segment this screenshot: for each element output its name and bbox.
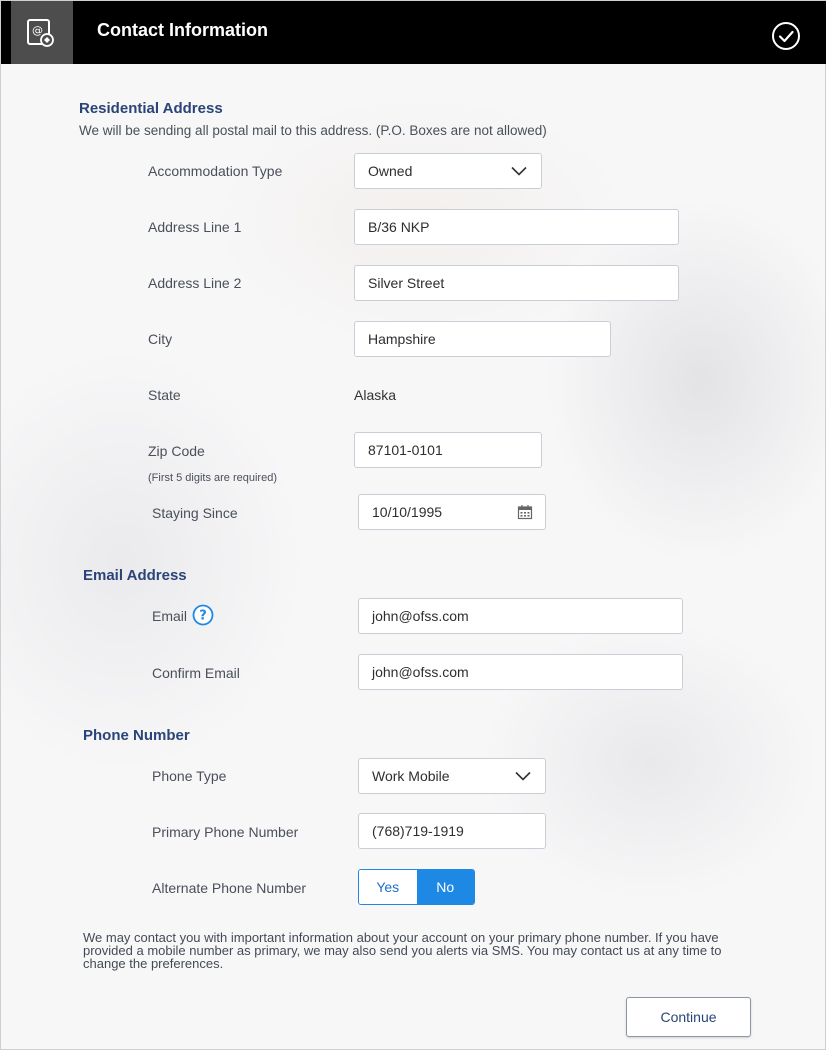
contact-notice: We may contact you with important inform… bbox=[83, 930, 722, 971]
residential-address-title: Residential Address bbox=[79, 100, 223, 117]
calendar-icon[interactable] bbox=[517, 504, 533, 520]
staying-since-value: 10/10/1995 bbox=[372, 504, 443, 520]
page-header: @ Contact Information bbox=[1, 1, 826, 64]
primary-phone-value: (768)719-1919 bbox=[372, 823, 464, 839]
address-line-1-label: Address Line 1 bbox=[148, 219, 242, 235]
svg-text:?: ? bbox=[199, 609, 207, 624]
confirm-email-label: Confirm Email bbox=[152, 665, 240, 681]
chevron-down-icon bbox=[515, 771, 531, 781]
continue-button[interactable]: Continue bbox=[626, 997, 751, 1037]
help-icon[interactable]: ? bbox=[192, 604, 214, 626]
address-line-1-value: B/36 NKP bbox=[368, 219, 430, 235]
svg-text:@: @ bbox=[32, 24, 43, 37]
alternate-phone-label: Alternate Phone Number bbox=[152, 880, 307, 896]
primary-phone-label: Primary Phone Number bbox=[152, 824, 299, 840]
staying-since-date-input[interactable]: 10/10/1995 bbox=[358, 494, 546, 530]
email-label: Email bbox=[152, 608, 188, 624]
address-line-2-value: Silver Street bbox=[368, 275, 445, 291]
contact-card-icon: @ bbox=[11, 1, 73, 64]
zip-code-label: Zip Code bbox=[148, 443, 205, 459]
confirm-email-value: john@ofss.com bbox=[372, 664, 469, 680]
staying-since-label: Staying Since bbox=[152, 505, 238, 521]
check-circle-icon bbox=[772, 22, 800, 50]
page: @ Contact Information Residential Addres… bbox=[0, 0, 826, 1050]
phone-type-select[interactable]: Work Mobile bbox=[358, 758, 546, 794]
accommodation-type-label: Accommodation Type bbox=[148, 163, 283, 179]
city-label: City bbox=[148, 331, 173, 347]
residential-address-description: We will be sending all postal mail to th… bbox=[79, 123, 547, 138]
email-address-title: Email Address bbox=[83, 567, 187, 584]
city-value: Hampshire bbox=[368, 331, 436, 347]
primary-phone-input[interactable]: (768)719-1919 bbox=[358, 813, 546, 849]
phone-type-label: Phone Type bbox=[152, 768, 227, 784]
city-input[interactable]: Hampshire bbox=[354, 321, 611, 357]
accommodation-type-value: Owned bbox=[368, 163, 413, 179]
email-input[interactable]: john@ofss.com bbox=[358, 598, 683, 634]
alternate-phone-toggle: Yes No bbox=[358, 869, 475, 905]
zip-code-value: 87101-0101 bbox=[368, 442, 443, 458]
address-line-1-input[interactable]: B/36 NKP bbox=[354, 209, 679, 245]
chevron-down-icon bbox=[511, 166, 527, 176]
phone-number-title: Phone Number bbox=[83, 727, 190, 744]
address-line-2-input[interactable]: Silver Street bbox=[354, 265, 679, 301]
state-value: Alaska bbox=[354, 387, 397, 403]
alternate-phone-yes-button[interactable]: Yes bbox=[359, 870, 417, 904]
email-value: john@ofss.com bbox=[372, 608, 469, 624]
zip-code-input[interactable]: 87101-0101 bbox=[354, 432, 542, 468]
page-title: Contact Information bbox=[97, 20, 268, 40]
accommodation-type-select[interactable]: Owned bbox=[354, 153, 542, 189]
state-label: State bbox=[148, 387, 181, 403]
zip-code-hint: (First 5 digits are required) bbox=[148, 472, 277, 484]
alternate-phone-no-button[interactable]: No bbox=[416, 870, 474, 904]
confirm-email-input[interactable]: john@ofss.com bbox=[358, 654, 683, 690]
phone-type-value: Work Mobile bbox=[372, 768, 450, 784]
address-line-2-label: Address Line 2 bbox=[148, 275, 242, 291]
